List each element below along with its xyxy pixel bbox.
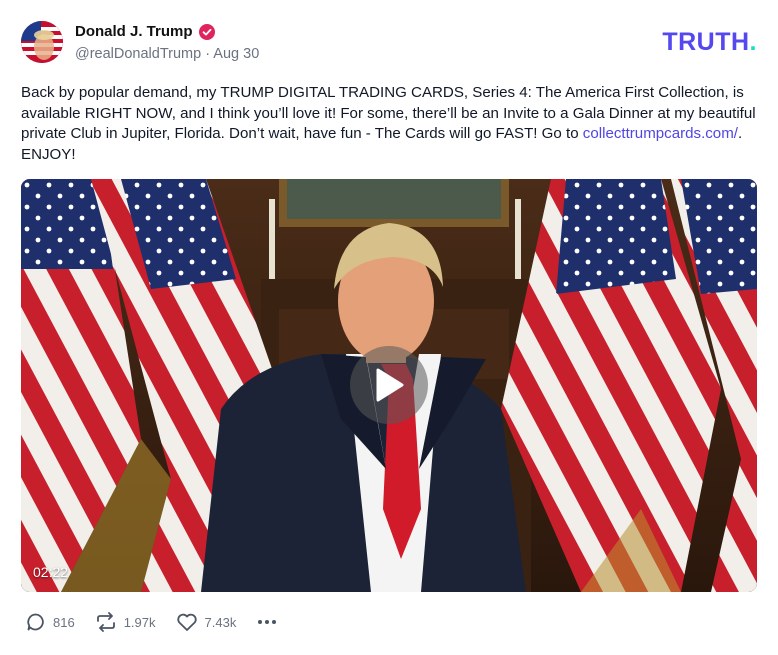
video-duration: 02:22 (33, 564, 69, 580)
reply-button[interactable]: 816 (26, 612, 75, 632)
logo-dot: . (749, 28, 757, 56)
play-button[interactable] (350, 346, 428, 424)
meta-separator: · (201, 46, 214, 62)
more-dot (258, 620, 263, 624)
retruth-count: 1.97k (123, 614, 156, 630)
video-player[interactable]: 02:22 (21, 179, 757, 592)
author-meta: @realDonaldTrump · Aug 30 (75, 46, 259, 62)
reply-count: 816 (53, 614, 75, 630)
post-text: Back by popular demand, my TRUMP DIGITAL… (21, 83, 757, 165)
post-actions: 816 1.97k 7.43k (26, 612, 278, 632)
retruth-button[interactable]: 1.97k (95, 612, 156, 632)
reply-icon (27, 613, 44, 631)
like-button[interactable]: 7.43k (176, 612, 237, 632)
post-link[interactable]: collecttrumpcards.com/ (583, 125, 738, 142)
more-options-button[interactable] (256, 616, 278, 628)
author-display-name[interactable]: Donald J. Trump (75, 23, 193, 40)
author-handle[interactable]: @realDonaldTrump (75, 46, 201, 62)
post-date[interactable]: Aug 30 (213, 46, 259, 62)
retruth-icon (96, 612, 115, 632)
truth-post: Donald J. Trump @realDonaldTrump · Aug 3… (0, 0, 778, 655)
play-icon (376, 368, 404, 402)
logo-text: TRUTH (662, 28, 750, 56)
author-avatar[interactable] (21, 21, 63, 63)
more-dot (265, 620, 270, 624)
like-count: 7.43k (204, 614, 237, 630)
verified-badge-icon (198, 23, 215, 40)
heart-icon (176, 613, 197, 631)
truth-logo[interactable]: TRUTH. (662, 30, 757, 55)
more-dot (272, 620, 277, 624)
